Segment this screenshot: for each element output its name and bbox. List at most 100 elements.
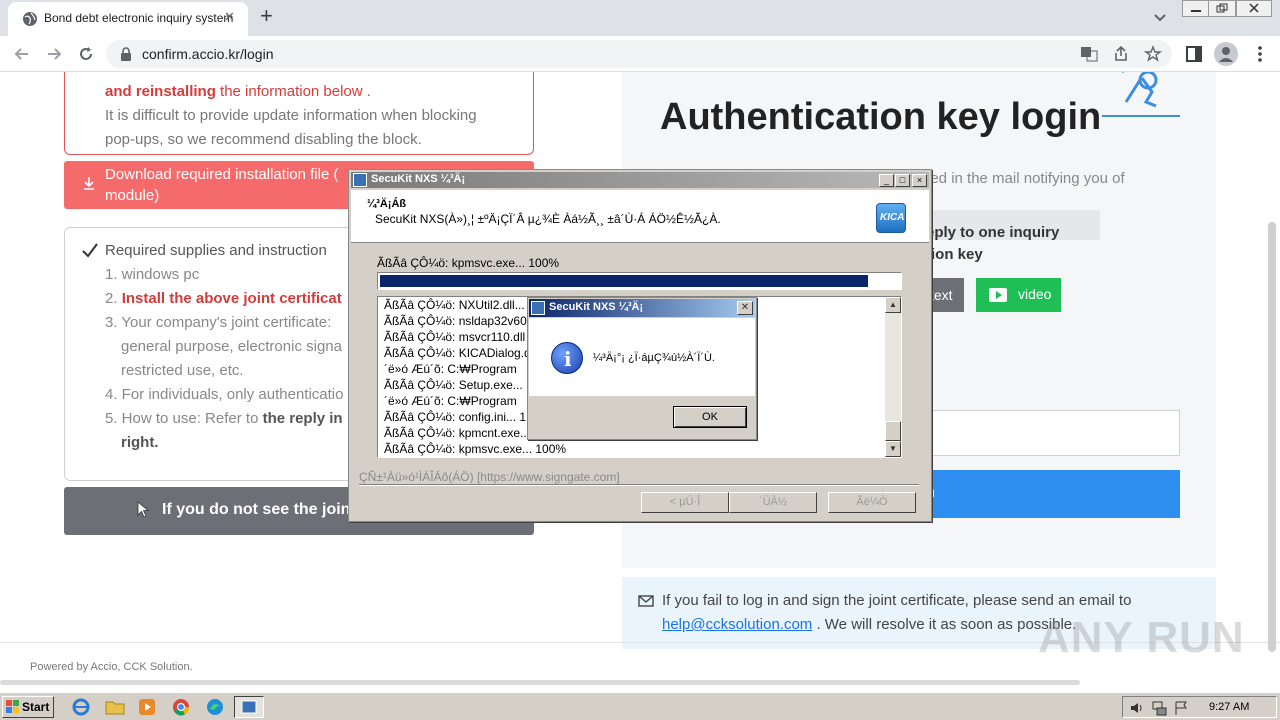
download-label-1: Download required installation file (	[105, 166, 339, 183]
bookmark-star-icon[interactable]	[1144, 45, 1162, 63]
reply-line-2: tion key	[926, 246, 983, 263]
tab-title: Bond debt electronic inquiry system	[44, 11, 234, 25]
log-line: ´ë»ó Æú´õ: C:₩Program	[384, 394, 517, 408]
app-icon	[353, 173, 367, 187]
close-icon	[1249, 3, 1259, 13]
share-icon[interactable]	[1112, 45, 1130, 63]
clock: 9:27 AM	[1209, 701, 1250, 713]
restore-window-button[interactable]	[1208, 0, 1236, 17]
volume-icon[interactable]	[1129, 700, 1145, 716]
app-icon	[531, 301, 545, 315]
ie-icon[interactable]	[70, 697, 92, 717]
log-scrollbar[interactable]: ▲ ▼	[885, 297, 901, 457]
start-button[interactable]: Start	[2, 696, 54, 718]
vertical-scrollbar[interactable]	[1268, 222, 1276, 652]
scroll-down-button[interactable]: ▼	[885, 441, 901, 457]
ok-button[interactable]: OK	[673, 406, 747, 428]
kebab-menu-icon[interactable]	[1250, 44, 1270, 64]
next-button[interactable]: ´ÙÀ½	[729, 492, 817, 513]
globe-icon	[23, 12, 37, 26]
cancel-button[interactable]: Ãë¼Ò	[828, 492, 916, 513]
scroll-up-button[interactable]: ▲	[885, 297, 901, 313]
log-line: ÃßÃâ ÇÔ¼ö: config.ini... 1	[384, 410, 527, 424]
arrow-up-icon: ▲	[889, 300, 897, 309]
notice-line-1: and reinstalling the information below .	[105, 83, 371, 100]
log-line: ÃßÃâ ÇÔ¼ö: nsldap32v60	[384, 314, 527, 328]
chrome-icon[interactable]	[170, 697, 192, 717]
installing-heading: ¼³Ä¡Áß	[367, 198, 407, 210]
log-line: ÃßÃâ ÇÔ¼ö: kpmcnt.exe...	[384, 426, 531, 440]
requirement-item: 4. For individuals, only authenticatio	[105, 386, 344, 403]
message-title-bar[interactable]: SecuKit NXS ¼³Ä¡ ✕	[529, 299, 755, 317]
back-button[interactable]: < µÚ·Î	[641, 492, 729, 513]
notice-line-3: pop-ups, so we recommend disabling the b…	[105, 131, 422, 148]
media-player-icon[interactable]	[136, 697, 158, 717]
scroll-thumb[interactable]	[885, 421, 901, 441]
close-icon: ×	[916, 175, 923, 185]
reload-icon[interactable]	[76, 44, 96, 64]
requirement-emphasis: Install the above joint certificat	[121, 290, 342, 307]
horizontal-scrollbar[interactable]	[0, 680, 1080, 685]
info-icon: i	[551, 342, 583, 374]
flag-icon[interactable]	[1173, 700, 1189, 716]
secukit-icon	[241, 700, 257, 714]
taskbar-secukit-button[interactable]	[234, 696, 264, 718]
key-icon	[1102, 72, 1180, 117]
video-guide-label: video	[1018, 286, 1052, 302]
requirement-number: 2.	[105, 290, 122, 307]
requirements-title: Required supplies and instruction	[105, 242, 327, 259]
email-text-1: If you fail to log in and sign the joint…	[662, 592, 1132, 609]
footer-credit: Powered by Accio, CCK Solution.	[30, 661, 193, 673]
close-tab-icon[interactable]: ✕	[224, 9, 235, 25]
chevron-down-icon[interactable]	[1150, 7, 1170, 27]
log-line: ÃßÃâ ÇÔ¼ö: KICADialog.d	[384, 346, 531, 360]
notice-line-2: It is difficult to provide update inform…	[105, 107, 477, 124]
checkmark-icon	[82, 243, 98, 258]
profile-avatar[interactable]	[1214, 42, 1238, 66]
dialog-maximize-button[interactable]: □	[895, 174, 910, 187]
message-close-button[interactable]: ✕	[737, 301, 753, 315]
requirement-item: general purpose, electronic signa	[121, 338, 342, 355]
edge-icon[interactable]	[204, 697, 226, 717]
install-status: ÃßÃâ ÇÔ¼ö: kpmsvc.exe... 100%	[377, 256, 560, 270]
video-guide-button[interactable]: video	[976, 278, 1061, 312]
restore-icon	[1216, 3, 1228, 13]
person-icon	[1219, 47, 1233, 62]
email-text-2: help@ccksolution.com . We will resolve i…	[662, 616, 1076, 633]
anyrun-watermark: ANY RUN	[1038, 613, 1245, 662]
reply-instruction: eply to one inquiry tion key	[926, 222, 1059, 266]
system-tray: 9:27 AM	[1122, 696, 1277, 718]
log-line: ÃßÃâ ÇÔ¼ö: msvcr110.dll	[384, 330, 526, 344]
video-play-icon	[989, 288, 1007, 302]
dialog-separator	[359, 484, 919, 486]
folder-icon[interactable]	[104, 697, 126, 717]
dialog-title: SecuKit NXS ¼³Ä¡	[371, 173, 466, 185]
dialog-close-button[interactable]: ×	[912, 174, 927, 187]
maximize-icon: □	[899, 175, 906, 185]
requirement-item: 2. Install the above joint certificat	[105, 290, 342, 307]
dialog-vendor-footer: ÇÑ±¹Àü»ó¹ÌÀÎÁõ(ÁÖ) [https://www.signgate…	[359, 470, 620, 484]
network-icon[interactable]	[1151, 700, 1167, 716]
support-email-link[interactable]: help@ccksolution.com	[662, 616, 812, 633]
browser-tab[interactable]: Bond debt electronic inquiry system ✕	[8, 2, 248, 36]
message-title: SecuKit NXS ¼³Ä¡	[549, 301, 644, 313]
close-window-button[interactable]	[1236, 0, 1272, 17]
dialog-title-bar[interactable]: SecuKit NXS ¼³Ä¡ _ □ ×	[351, 172, 929, 188]
side-panel-icon[interactable]	[1184, 44, 1204, 64]
download-icon	[84, 177, 94, 190]
back-arrow-icon[interactable]	[12, 44, 32, 64]
dialog-header: ¼³Ä¡Áß SecuKit NXS(À»)¸¦ ±ºÄ¡ÇÏ´Â µ¿¾È À…	[351, 190, 929, 243]
close-icon: ✕	[740, 302, 750, 313]
requirement-item: 3. Your company's joint certificate:	[105, 314, 332, 331]
minimize-window-button[interactable]	[1182, 0, 1210, 17]
page-title: Authentication key login	[660, 96, 1102, 138]
log-line: ÃßÃâ ÇÔ¼ö: NXUtil2.dll...	[384, 298, 525, 312]
address-bar[interactable]: confirm.accio.kr/login	[106, 40, 1172, 68]
dialog-minimize-button[interactable]: _	[879, 174, 894, 187]
new-tab-button[interactable]: +	[260, 3, 273, 29]
translate-icon[interactable]	[1080, 45, 1098, 63]
certificate-help-label: If you do not see the joint	[162, 501, 356, 518]
email-text-rest: . We will resolve it as soon as possible…	[812, 616, 1077, 633]
forward-arrow-icon[interactable]	[44, 44, 64, 64]
notice-rest: the information below .	[215, 83, 371, 100]
